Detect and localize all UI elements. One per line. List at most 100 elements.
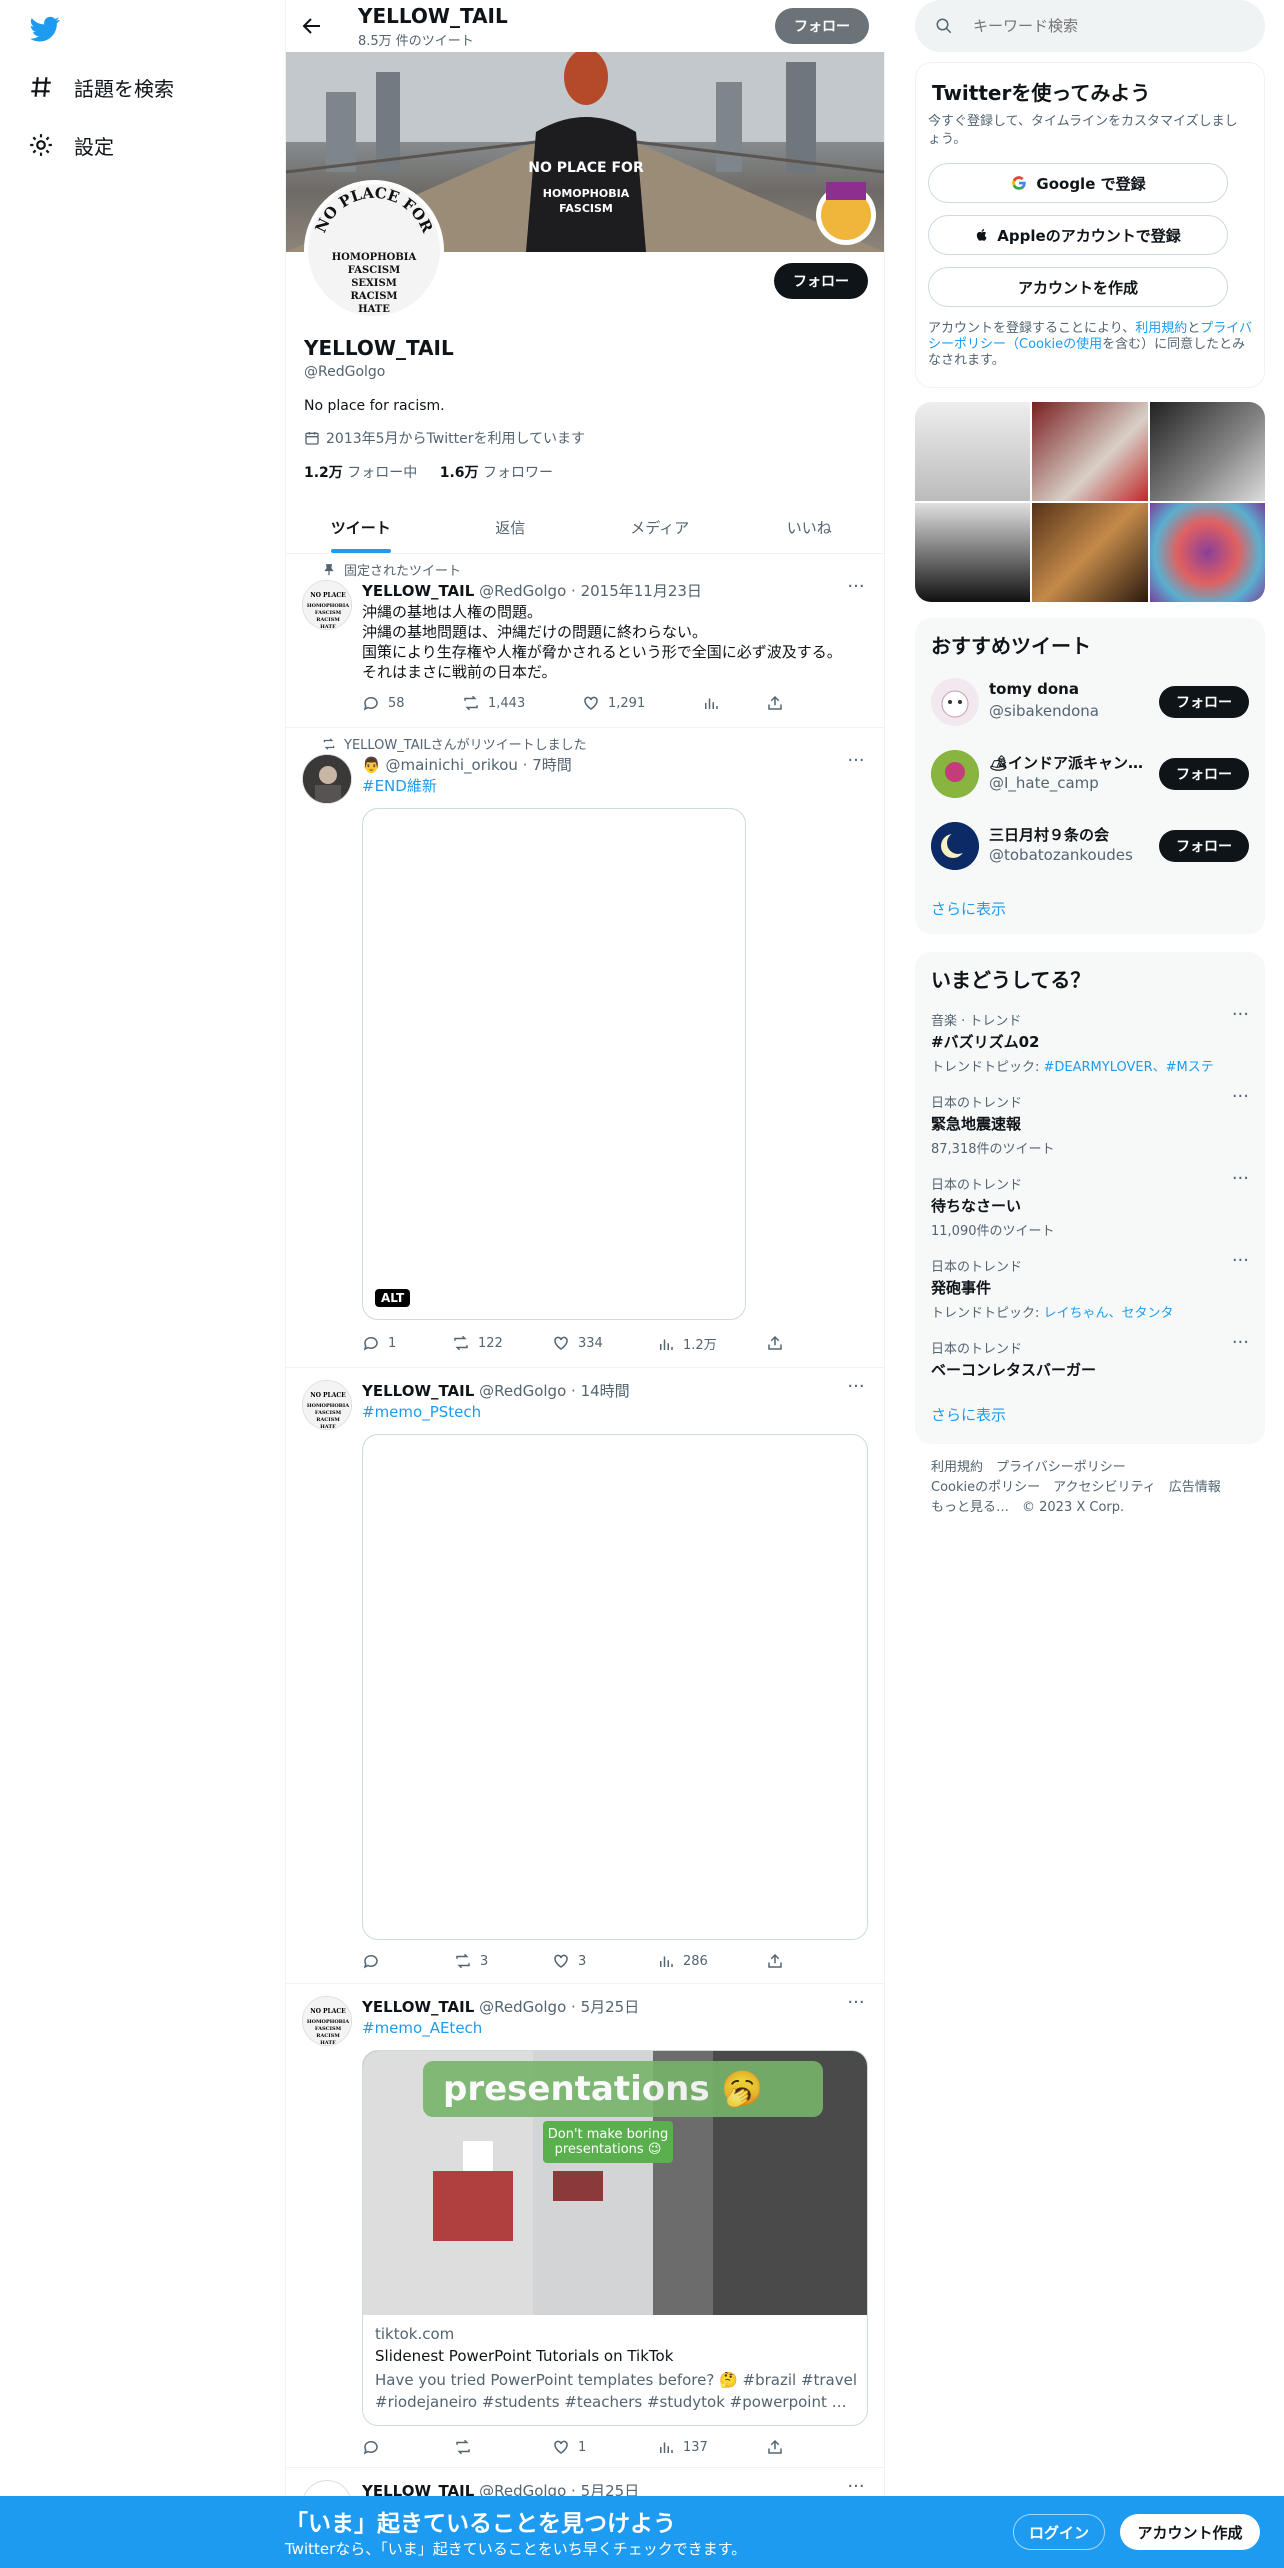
retweet-button[interactable]: 1,443	[462, 694, 525, 712]
media-thumb[interactable]	[1149, 402, 1265, 501]
more-icon[interactable]: ···	[844, 578, 868, 598]
signup-button[interactable]: アカウント作成	[1120, 2514, 1260, 2550]
tweet-author[interactable]: YELLOW_TAIL	[362, 1382, 474, 1400]
tweet[interactable]: NO PLACE HOMOPHOBIA FASCISM RACISM HATE YELL…	[286, 1368, 884, 1984]
share-button[interactable]	[766, 1952, 784, 1970]
tab-likes[interactable]: いいね	[735, 502, 885, 553]
reply-button[interactable]: 58	[362, 694, 405, 712]
more-icon[interactable]: ···	[844, 1378, 868, 1398]
trend-item[interactable]: 日本のトレンド 発砲事件 トレンドトピック: レイちゃん、セタンタ ···	[931, 1252, 1249, 1322]
tweet-time[interactable]: 7時間	[532, 756, 572, 774]
nav-settings[interactable]: 設定	[28, 120, 114, 170]
tweet-media[interactable]	[362, 1434, 868, 1940]
trend-topics[interactable]: レイちゃん、セタンタ	[1044, 1306, 1174, 1321]
more-icon[interactable]: ···	[1232, 1088, 1249, 1106]
tweet-handle[interactable]: @mainichi_orikou	[385, 756, 517, 774]
tab-tweets[interactable]: ツイート	[286, 502, 436, 553]
back-arrow-icon[interactable]	[300, 14, 324, 38]
media-thumb[interactable]	[915, 503, 1031, 602]
trend-item[interactable]: 日本のトレンド 待ちなさーい 11,090件のツイート ···	[931, 1170, 1249, 1240]
views-button[interactable]: 1.2万	[657, 1334, 717, 1353]
views-button[interactable]: 137	[657, 2438, 708, 2456]
tweet-retweeted[interactable]: YELLOW_TAILさんがリツイートしました 👨 @mainichi_orik…	[286, 728, 884, 1368]
like-button[interactable]: 3	[552, 1952, 586, 1970]
tab-replies[interactable]: 返信	[436, 502, 586, 553]
retweet-button[interactable]: 3	[454, 1952, 488, 1970]
follow-button[interactable]: フォロー	[1159, 686, 1249, 718]
more-icon[interactable]: ···	[1232, 1170, 1249, 1188]
tweet-hashtag[interactable]: #memo_AEtech	[362, 2018, 867, 2038]
tweet-pinned[interactable]: 固定されたツイート NO PLACE HOMOPHOBIA FASCISM RACIS…	[286, 554, 884, 728]
reply-button[interactable]	[362, 1952, 380, 1970]
media-thumb[interactable]	[1149, 503, 1265, 602]
footer-line[interactable]: 利用規約 プライバシーポリシー	[931, 1458, 1251, 1478]
trends-show-more[interactable]: さらに表示	[931, 1404, 1006, 1425]
retweet-button[interactable]: 122	[452, 1334, 503, 1352]
like-button[interactable]: 1	[552, 2438, 586, 2456]
footer-line[interactable]: Cookieのポリシー アクセシビリティ 広告情報	[931, 1478, 1251, 1498]
followers-link[interactable]: 1.6万 フォロワー	[440, 465, 553, 481]
follow-button[interactable]: フォロー	[1159, 830, 1249, 862]
tweet-media[interactable]: ALT	[362, 808, 746, 1320]
avatar[interactable]	[302, 754, 352, 804]
recommended-user[interactable]: 🏕インドア派キャンパー @I_hate_camp フォロー	[931, 746, 1249, 802]
recommended-user[interactable]: tomy dona @sibakendona フォロー	[931, 674, 1249, 730]
tweet-handle[interactable]: @RedGolgo	[479, 1382, 566, 1400]
tweet-handle[interactable]: @RedGolgo	[479, 582, 566, 600]
views-button[interactable]: 286	[657, 1952, 708, 1970]
tweet-time[interactable]: 2015年11月23日	[581, 582, 702, 600]
following-link[interactable]: 1.2万 フォロー中	[304, 465, 417, 481]
trend-topics[interactable]: #DEARMYLOVER、#Mステ	[1044, 1060, 1214, 1075]
search-box[interactable]	[915, 0, 1265, 52]
alt-badge[interactable]: ALT	[375, 1289, 411, 1307]
views-button[interactable]	[702, 694, 720, 712]
link-card[interactable]: presentations 🥱 Don't make boring presen…	[362, 2050, 868, 2426]
tweet-author[interactable]: YELLOW_TAIL	[362, 582, 474, 600]
create-account-button[interactable]: アカウントを作成	[928, 267, 1228, 307]
trend-item[interactable]: 音楽 · トレンド #バズリズム02 トレンドトピック: #DEARMYLOVE…	[931, 1006, 1249, 1076]
avatar[interactable]: NO PLACE HOMOPHOBIA FASCISM RACISM HATE	[302, 1996, 352, 2046]
header-follow-button[interactable]: フォロー	[775, 8, 869, 44]
footer-line[interactable]: もっと見る… © 2023 X Corp.	[931, 1498, 1251, 1518]
follow-button[interactable]: フォロー	[1159, 758, 1249, 790]
terms-link[interactable]: 利用規約	[1135, 321, 1187, 336]
recommended-user[interactable]: 三日月村９条の会 @tobatozankoudes フォロー	[931, 818, 1249, 874]
tweet-time[interactable]: 14時間	[581, 1382, 630, 1400]
media-thumb[interactable]	[915, 402, 1031, 501]
tweet-hashtag[interactable]: #memo_PStech	[362, 1402, 867, 1422]
recommended-show-more[interactable]: さらに表示	[931, 898, 1006, 919]
tweet-handle[interactable]: @RedGolgo	[479, 1998, 566, 2016]
share-button[interactable]	[766, 1334, 784, 1352]
search-input[interactable]	[973, 17, 1233, 35]
tweet-hashtag[interactable]: #END維新	[362, 776, 867, 796]
tweet-time[interactable]: 5月25日	[581, 1998, 640, 2016]
nav-explore[interactable]: 話題を検索	[28, 62, 174, 112]
tweet-author[interactable]: 👨	[362, 756, 381, 774]
more-icon[interactable]: ···	[1232, 1006, 1249, 1024]
avatar[interactable]: NO PLACE HOMOPHOBIA FASCISM RACISM HATE	[302, 580, 352, 630]
cookie-link[interactable]: （Cookieの使用	[1006, 337, 1102, 352]
tweet-author[interactable]: YELLOW_TAIL	[362, 1998, 474, 2016]
retweet-button[interactable]	[454, 2438, 472, 2456]
apple-signup-button[interactable]: Appleのアカウントで登録	[928, 215, 1228, 255]
share-button[interactable]	[766, 2438, 784, 2456]
google-signup-button[interactable]: Google で登録	[928, 163, 1228, 203]
more-icon[interactable]: ···	[844, 752, 868, 772]
like-button[interactable]: 334	[552, 1334, 603, 1352]
trend-item[interactable]: 日本のトレンド 緊急地震速報 87,318件のツイート ···	[931, 1088, 1249, 1158]
twitter-logo-icon[interactable]	[28, 14, 62, 44]
avatar[interactable]: NO PLACE HOMOPHOBIA FASCISM RACISM HATE	[302, 1380, 352, 1430]
share-button[interactable]	[766, 694, 784, 712]
login-button[interactable]: ログイン	[1013, 2514, 1105, 2550]
tab-media[interactable]: メディア	[585, 502, 735, 553]
reply-button[interactable]	[362, 2438, 380, 2456]
follow-button[interactable]: フォロー	[774, 263, 868, 299]
more-icon[interactable]: ···	[1232, 1252, 1249, 1270]
like-button[interactable]: 1,291	[582, 694, 645, 712]
media-thumb[interactable]	[1032, 503, 1148, 602]
media-thumb[interactable]	[1032, 402, 1148, 501]
more-icon[interactable]: ···	[844, 1994, 868, 2014]
profile-avatar[interactable]: NO PLACE FOR HOMOPHOBIA FASCISM SEXISM R…	[304, 180, 444, 320]
tweet[interactable]: NO PLACE HOMOPHOBIA FASCISM RACISM HATE YELL…	[286, 1984, 884, 2468]
trend-item[interactable]: 日本のトレンド ベーコンレタスバーガー ···	[931, 1334, 1249, 1380]
